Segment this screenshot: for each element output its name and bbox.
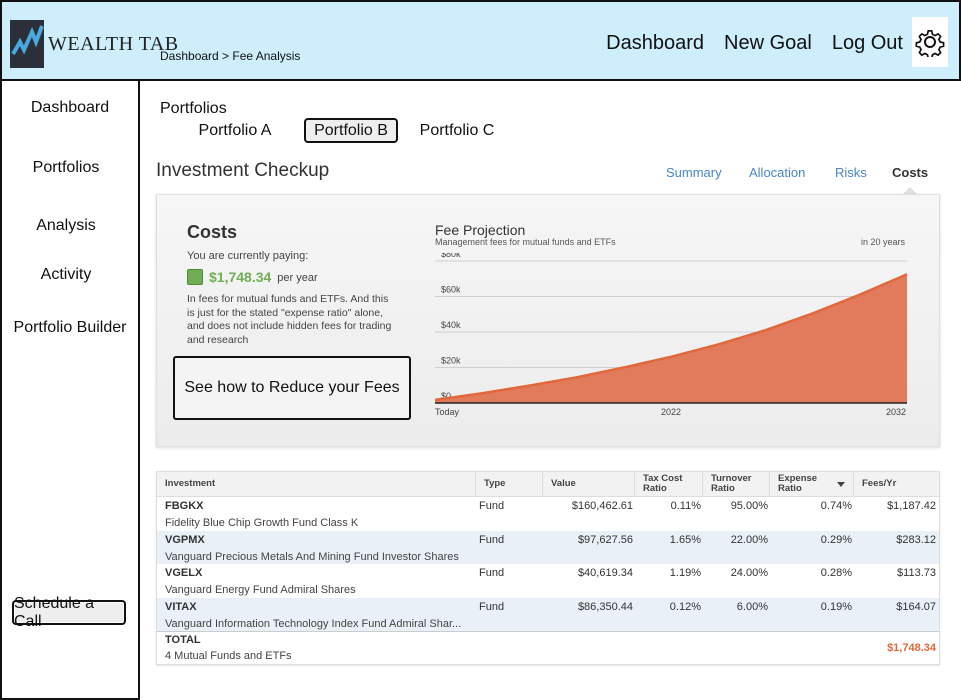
cell-ticker: VITAX (165, 600, 197, 613)
cell-turnover-ratio: 24.00% (730, 567, 768, 579)
cell-tax-cost-ratio: 1.19% (669, 567, 701, 579)
table-row[interactable]: VGPMX Vanguard Precious Metals And Mining… (157, 530, 939, 564)
portfolio-b-tab[interactable]: Portfolio B (304, 118, 398, 143)
cell-fees-yr: $283.12 (896, 533, 936, 546)
nav-log-out-link[interactable]: Log Out (832, 32, 903, 55)
sidebar-item-portfolio-builder[interactable]: Portfolio Builder (2, 319, 138, 337)
table-row[interactable]: VITAX Vanguard Information Technology Ind… (157, 597, 939, 631)
cell-value: $97,627.56 (577, 533, 633, 546)
breadcrumb: Dashboard > Fee Analysis (160, 49, 301, 63)
cell-fees-yr: $164.07 (896, 600, 936, 613)
cell-turnover-ratio: 95.00% (730, 500, 768, 512)
cell-type: Fund (479, 567, 505, 579)
table-row[interactable]: FBGKX Fidelity Blue Chip Growth Fund Clas… (157, 497, 939, 531)
cell-type: Fund (479, 533, 505, 546)
sidebar-item-analysis[interactable]: Analysis (0, 217, 134, 235)
cell-tax-cost-ratio: 0.12% (669, 600, 701, 613)
sort-desc-icon[interactable] (837, 481, 845, 487)
x-tick-label: 2022 (661, 407, 681, 417)
col-turnover-ratio[interactable]: Turnover Ratio (703, 472, 770, 496)
app-header: WEALTH TAB Dashboard > Fee Analysis Dash… (0, 0, 961, 81)
cell-expense-ratio: 0.74% (820, 500, 852, 512)
money-icon (187, 269, 203, 285)
reduce-fees-button[interactable]: See how to Reduce your Fees (173, 356, 411, 420)
cell-value: $86,350.44 (577, 600, 633, 613)
amount-row: $1,748.34 per year (187, 269, 318, 285)
costs-description: In fees for mutual funds and ETFs. And t… (187, 293, 392, 345)
cell-tax-cost-ratio: 1.65% (669, 533, 701, 546)
chart-title: Fee Projection (435, 222, 526, 238)
cell-value: $160,462.61 (571, 500, 633, 512)
tab-costs[interactable]: Costs (892, 165, 928, 180)
cell-fund-name: Vanguard Energy Fund Admiral Shares (165, 584, 356, 596)
fees-table: Investment Type Value Tax Cost Ratio Tur… (156, 471, 940, 665)
total-fees: $1,748.34 (887, 642, 936, 654)
costs-card: Costs You are currently paying: $1,748.3… (156, 194, 940, 447)
portfolios-heading: Portfolios (160, 100, 227, 117)
cell-type: Fund (479, 600, 505, 613)
col-type[interactable]: Type (476, 472, 543, 496)
y-tick-label: $80k (441, 253, 461, 259)
table-row[interactable]: VGELX Vanguard Energy Fund Admiral Shares… (157, 564, 939, 598)
cell-fees-yr: $113.73 (897, 567, 936, 579)
cell-tax-cost-ratio: 0.11% (670, 500, 701, 512)
nav-new-goal-link[interactable]: New Goal (724, 32, 812, 55)
cell-fund-name: Vanguard Precious Metals And Mining Fund… (165, 550, 459, 563)
settings-gear-icon[interactable] (912, 17, 948, 67)
sidebar-item-activity[interactable]: Activity (0, 266, 134, 284)
cell-ticker: FBGKX (165, 500, 204, 512)
investment-checkup-title: Investment Checkup (156, 160, 330, 181)
cell-type: Fund (479, 500, 505, 512)
cell-expense-ratio: 0.28% (820, 567, 852, 579)
per-year-label: per year (277, 272, 318, 284)
paying-label: You are currently paying: (187, 250, 309, 262)
table-header: Investment Type Value Tax Cost Ratio Tur… (157, 472, 939, 497)
top-nav: Dashboard New Goal Log Out (606, 32, 903, 55)
total-label: TOTAL (165, 634, 201, 646)
y-tick-label: $20k (441, 356, 461, 366)
logo-mark-icon (10, 20, 44, 68)
cell-fund-name: Fidelity Blue Chip Growth Fund Class K (165, 517, 359, 529)
col-expense-ratio[interactable]: Expense Ratio (770, 472, 854, 496)
active-tab-caret (903, 187, 917, 194)
col-expense-ratio-label: Expense Ratio (778, 473, 818, 494)
annual-fee-amount: $1,748.34 (209, 269, 272, 285)
total-sub-label: 4 Mutual Funds and ETFs (165, 650, 292, 662)
portfolio-c-tab[interactable]: Portfolio C (414, 118, 500, 143)
y-tick-label: $40k (441, 320, 461, 330)
col-fees-yr[interactable]: Fees/Yr (854, 472, 939, 496)
sidebar-item-dashboard[interactable]: Dashboard (2, 99, 138, 117)
nav-dashboard-link[interactable]: Dashboard (606, 32, 704, 55)
portfolio-a-tab[interactable]: Portfolio A (192, 118, 278, 143)
tab-risks[interactable]: Risks (835, 165, 867, 180)
x-tick-label: 2032 (886, 407, 906, 417)
table-total-row: TOTAL 4 Mutual Funds and ETFs $1,748.34 (157, 631, 939, 664)
wealth-tab-logo[interactable]: WEALTH TAB (10, 20, 179, 68)
tab-allocation[interactable]: Allocation (749, 165, 805, 180)
col-value[interactable]: Value (543, 472, 635, 496)
cell-fund-name: Vanguard Information Technology Index Fu… (165, 617, 462, 630)
sidebar-item-portfolios[interactable]: Portfolios (0, 159, 134, 177)
cell-fees-yr: $1,187.42 (887, 500, 936, 512)
cell-expense-ratio: 0.19% (820, 600, 852, 613)
chart-horizon-note: in 20 years (860, 237, 905, 247)
col-tax-cost-ratio[interactable]: Tax Cost Ratio (635, 472, 703, 496)
x-tick-label: Today (435, 407, 460, 417)
cell-ticker: VGPMX (165, 533, 205, 546)
cell-expense-ratio: 0.29% (820, 533, 852, 546)
costs-title: Costs (187, 222, 238, 242)
schedule-call-button[interactable]: Schedule a Call (12, 595, 126, 630)
cell-turnover-ratio: 6.00% (736, 600, 768, 613)
table-body: FBGKX Fidelity Blue Chip Growth Fund Clas… (157, 497, 939, 631)
cell-ticker: VGELX (165, 567, 203, 579)
col-investment[interactable]: Investment (157, 472, 476, 496)
y-tick-label: $60k (441, 285, 461, 295)
cell-value: $40,619.34 (577, 567, 633, 579)
cell-turnover-ratio: 22.00% (730, 533, 768, 546)
fee-area (435, 274, 907, 403)
fee-projection-chart: $0$20k$40k$60k$80kToday 2022 2032 (435, 253, 908, 417)
chart-subtitle: Management fees for mutual funds and ETF… (435, 237, 616, 247)
sidebar: Dashboard Portfolios Analysis Activity P… (0, 81, 140, 700)
tab-summary[interactable]: Summary (666, 165, 722, 180)
